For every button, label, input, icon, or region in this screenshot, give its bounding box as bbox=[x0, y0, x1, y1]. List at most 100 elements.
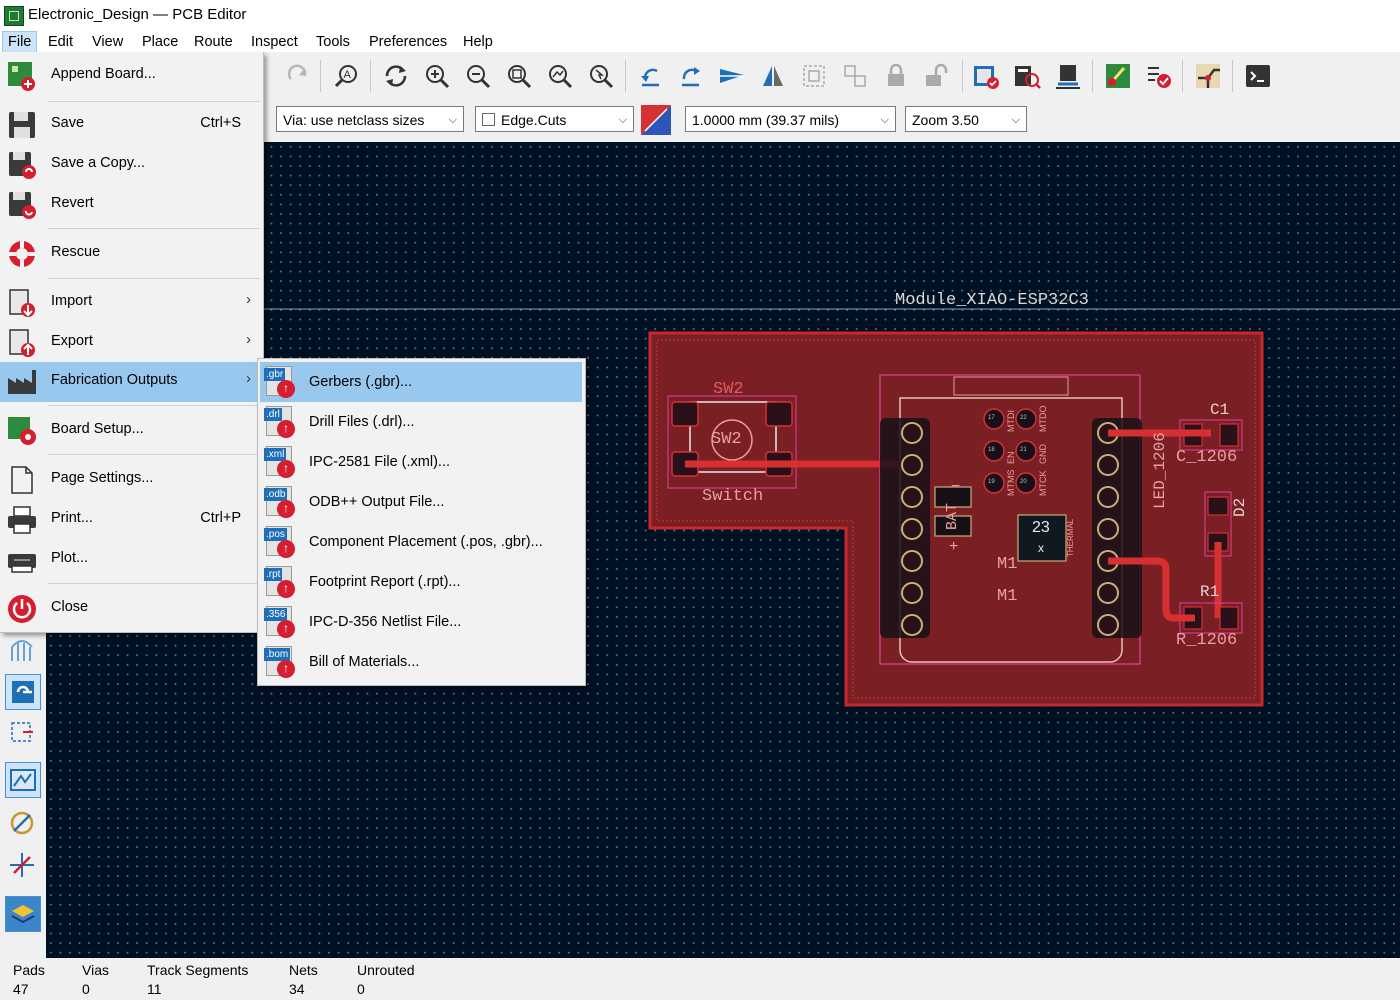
menu-footprint-report[interactable]: .rpt ↑ Footprint Report (.rpt)... bbox=[260, 562, 582, 602]
menu-view[interactable]: View bbox=[87, 32, 128, 52]
pcb-editor-app-icon bbox=[4, 6, 24, 26]
printer-icon bbox=[8, 506, 36, 534]
hatch-icon[interactable] bbox=[5, 632, 39, 666]
menu-plot[interactable]: Plot... bbox=[0, 540, 263, 580]
menu-help[interactable]: Help bbox=[458, 32, 498, 52]
zoom-objects-icon[interactable] bbox=[544, 60, 576, 92]
bom-file-icon: .bom ↑ bbox=[264, 646, 296, 678]
status-tracks-value: 11 bbox=[147, 981, 162, 997]
lock-icon[interactable] bbox=[880, 60, 912, 92]
pad-23-sublabel: x bbox=[1038, 541, 1044, 555]
export-icon bbox=[9, 329, 35, 357]
chevron-down-icon: ⌵ bbox=[448, 114, 457, 126]
sw2-fab-label: SW2 bbox=[711, 430, 742, 449]
zoom-value: Zoom 3.50 bbox=[912, 112, 979, 128]
menu-edit[interactable]: Edit bbox=[43, 32, 78, 52]
menu-bar: File Edit View Place Route Inspect Tools… bbox=[0, 30, 1400, 53]
layer-pair-icon[interactable] bbox=[641, 105, 671, 135]
menu-preferences[interactable]: Preferences bbox=[364, 32, 452, 52]
menu-bill-of-materials[interactable]: .bom ↑ Bill of Materials... bbox=[260, 642, 582, 682]
grid-origin-icon[interactable] bbox=[5, 848, 39, 882]
menu-rescue[interactable]: Rescue bbox=[0, 234, 263, 274]
drc-check-icon[interactable] bbox=[1143, 60, 1175, 92]
status-pads-label: Pads bbox=[13, 962, 45, 978]
menu-export[interactable]: Export › bbox=[0, 323, 263, 363]
netlist-file-icon: .356 ↑ bbox=[264, 606, 296, 638]
menu-append-board[interactable]: Append Board... bbox=[0, 56, 263, 96]
menu-drill-files[interactable]: .drl ↑ Drill Files (.drl)... bbox=[260, 402, 582, 442]
save-copy-icon bbox=[9, 152, 36, 179]
layers-icon[interactable] bbox=[5, 896, 41, 932]
status-unrouted-value: 0 bbox=[357, 981, 365, 997]
route-track-tool-icon[interactable] bbox=[5, 674, 41, 710]
menu-tools[interactable]: Tools bbox=[311, 32, 355, 52]
jtag-pad-label: 22 bbox=[1020, 415, 1027, 421]
revert-icon bbox=[9, 192, 36, 219]
zoom-select[interactable]: Zoom 3.50 ⌵ bbox=[905, 106, 1027, 132]
select-area-icon[interactable] bbox=[5, 716, 39, 750]
menu-file[interactable]: File bbox=[2, 31, 38, 53]
layer-value: Edge.Cuts bbox=[501, 112, 567, 128]
menu-component-placement[interactable]: .pos ↑ Component Placement (.pos, .gbr)..… bbox=[260, 522, 582, 562]
file-menu: Append Board... Save Ctrl+S Save a Copy.… bbox=[0, 52, 264, 633]
unlock-icon[interactable] bbox=[920, 60, 952, 92]
menu-place[interactable]: Place bbox=[137, 32, 183, 52]
jtag-pad-label: 20 bbox=[1020, 479, 1027, 485]
menu-fabrication-outputs[interactable]: Fabrication Outputs › bbox=[0, 362, 263, 402]
zoom-fit-icon[interactable] bbox=[503, 60, 535, 92]
import-icon bbox=[9, 289, 35, 317]
footprint-browser-icon[interactable] bbox=[1011, 60, 1043, 92]
ungroup-icon[interactable] bbox=[839, 60, 871, 92]
menu-odb-output[interactable]: .odb ↑ ODB++ Output File... bbox=[260, 482, 582, 522]
scripting-plugin-icon[interactable] bbox=[1102, 60, 1134, 92]
zoom-selection-icon[interactable] bbox=[585, 60, 617, 92]
zoom-out-icon[interactable] bbox=[462, 60, 494, 92]
c1-value: C_1206 bbox=[1176, 448, 1238, 467]
menu-board-setup[interactable]: Board Setup... bbox=[0, 411, 263, 451]
menu-save[interactable]: Save Ctrl+S bbox=[0, 105, 263, 145]
chip-icon[interactable] bbox=[1052, 60, 1084, 92]
menu-ipc-d-356[interactable]: .356 ↑ IPC-D-356 Netlist File... bbox=[260, 602, 582, 642]
refresh-icon[interactable] bbox=[380, 60, 412, 92]
via-size-select[interactable]: Via: use netclass sizes ⌵ bbox=[276, 106, 464, 132]
menu-close[interactable]: Close bbox=[0, 589, 263, 629]
svg-text:A: A bbox=[344, 69, 352, 81]
menu-page-settings[interactable]: Page Settings... bbox=[0, 460, 263, 500]
menu-gerbers[interactable]: .gbr ↑ Gerbers (.gbr)... bbox=[260, 362, 582, 402]
zoom-in-icon[interactable] bbox=[421, 60, 453, 92]
menu-import[interactable]: Import › bbox=[0, 283, 263, 323]
factory-icon bbox=[8, 370, 36, 394]
status-nets-label: Nets bbox=[289, 962, 318, 978]
zone-tool-icon[interactable] bbox=[5, 762, 41, 798]
mirror-icon[interactable] bbox=[757, 60, 789, 92]
drill-file-icon: .drl ↑ bbox=[264, 406, 296, 438]
jtag-pad-label: 18 bbox=[988, 447, 995, 453]
grid-size-select[interactable]: 1.0000 mm (39.37 mils) ⌵ bbox=[685, 106, 896, 132]
xml-file-icon: .xml ↑ bbox=[264, 446, 296, 478]
net-inspector-icon[interactable] bbox=[1192, 60, 1224, 92]
jtag-pin-label: GND bbox=[1038, 444, 1048, 464]
left-toolbar bbox=[0, 630, 46, 958]
c1-reference: C1 bbox=[1210, 401, 1230, 419]
menu-route[interactable]: Route bbox=[189, 32, 238, 52]
measure-tool-icon[interactable] bbox=[5, 806, 39, 840]
menu-save-copy[interactable]: Save a Copy... bbox=[0, 145, 263, 185]
find-icon[interactable]: A bbox=[331, 60, 363, 92]
page-settings-icon bbox=[11, 466, 33, 494]
group-icon[interactable] bbox=[798, 60, 830, 92]
menu-print[interactable]: Print... Ctrl+P bbox=[0, 500, 263, 540]
menu-revert[interactable]: Revert bbox=[0, 185, 263, 225]
rotate-cw-icon[interactable] bbox=[675, 60, 707, 92]
flip-icon[interactable] bbox=[716, 60, 748, 92]
rotate-ccw-icon[interactable] bbox=[634, 60, 666, 92]
menu-ipc2581[interactable]: .xml ↑ IPC-2581 File (.xml)... bbox=[260, 442, 582, 482]
switch-value: Switch bbox=[702, 487, 764, 506]
layer-select[interactable]: Edge.Cuts ⌵ bbox=[475, 106, 634, 132]
console-icon[interactable] bbox=[1242, 60, 1274, 92]
redo-icon[interactable] bbox=[282, 60, 314, 92]
bat-plus: + bbox=[949, 538, 959, 555]
menu-inspect[interactable]: Inspect bbox=[246, 32, 303, 52]
board-setup-icon bbox=[8, 417, 36, 445]
board-setup-check-icon[interactable] bbox=[970, 60, 1002, 92]
title-bar: Electronic_Design — PCB Editor bbox=[0, 0, 1400, 30]
